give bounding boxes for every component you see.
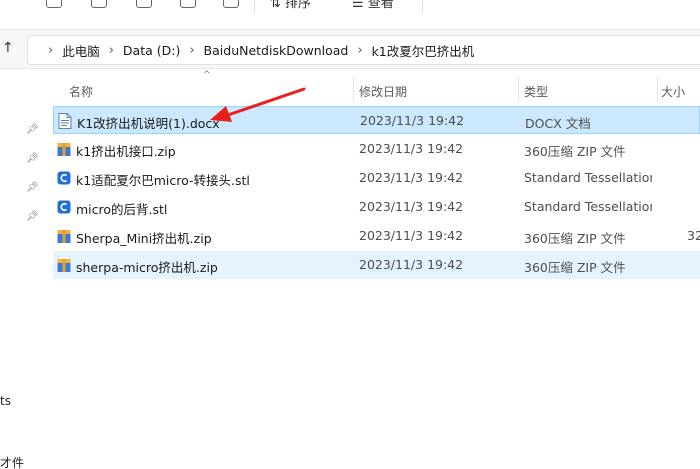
address-bar: ↑ › 此电脑 › Data (D:) › BaiduNetdiskDownlo… bbox=[0, 29, 700, 69]
column-size-label: 大小 bbox=[661, 85, 686, 99]
copy-icon[interactable] bbox=[46, 0, 62, 8]
file-type: 360压缩 ZIP 文件 bbox=[524, 144, 626, 159]
file-type: 360压缩 ZIP 文件 bbox=[524, 260, 626, 275]
navigation-pane: 📌︎ 📌︎ 📌︎ 📌︎ ts 才件 bbox=[0, 70, 52, 469]
file-name: Sherpa_Mini挤出机.zip bbox=[76, 231, 212, 246]
file-row[interactable]: k1适配夏尔巴micro-转接头.stl 2023/11/3 19:42 Sta… bbox=[53, 164, 700, 192]
pin-icon[interactable]: 📌︎ bbox=[26, 153, 39, 164]
file-type: 360压缩 ZIP 文件 bbox=[524, 231, 626, 246]
pin-icon[interactable]: 📌︎ bbox=[26, 182, 39, 193]
docx-file-icon bbox=[58, 113, 72, 129]
file-explorer-window: ⇅ 排序 ˅ ☰ 查看 ˅ ··· ↑ › 此电脑 › Data (D:) › … bbox=[0, 0, 700, 469]
file-name: micro的后背.stl bbox=[76, 202, 168, 217]
paste-icon[interactable] bbox=[91, 0, 107, 8]
file-modified: 2023/11/3 19:42 bbox=[360, 113, 465, 128]
file-name: K1改挤出机说明(1).docx bbox=[77, 116, 220, 131]
breadcrumb-baidunetdisk[interactable]: BaiduNetdiskDownload bbox=[204, 43, 349, 58]
file-type: DOCX 文档 bbox=[525, 116, 591, 131]
column-header-type[interactable]: 类型 bbox=[508, 70, 658, 106]
file-type: Standard Tessellation... bbox=[524, 170, 652, 185]
sort-button[interactable]: ⇅ 排序 ˅ bbox=[270, 0, 322, 11]
file-row[interactable]: Sherpa_Mini挤出机.zip 2023/11/3 19:42 360压缩… bbox=[53, 222, 700, 250]
sort-label: 排序 bbox=[285, 0, 312, 11]
file-size: 32 bbox=[687, 228, 700, 243]
stl-file-icon bbox=[57, 200, 71, 214]
file-name: sherpa-micro挤出机.zip bbox=[76, 260, 218, 275]
up-arrow-icon[interactable]: ↑ bbox=[2, 40, 14, 56]
file-name: k1挤出机接口.zip bbox=[76, 144, 176, 159]
nav-item-fragment[interactable]: ts bbox=[0, 394, 11, 408]
chevron-right-icon[interactable]: › bbox=[357, 43, 362, 58]
chevron-right-icon[interactable]: › bbox=[189, 43, 194, 58]
column-type-label: 类型 bbox=[524, 85, 549, 99]
file-modified: 2023/11/3 19:42 bbox=[359, 170, 464, 185]
zip-archive-icon bbox=[57, 259, 71, 272]
chevron-right-icon[interactable]: › bbox=[48, 43, 53, 58]
column-header-name[interactable]: 名称 bbox=[53, 70, 353, 106]
breadcrumb-this-pc[interactable]: 此电脑 bbox=[62, 41, 100, 60]
file-row-hover[interactable]: sherpa-micro挤出机.zip 2023/11/3 19:42 360压… bbox=[53, 251, 700, 279]
command-separator bbox=[422, 0, 423, 12]
nav-item-fragment[interactable]: 才件 bbox=[0, 454, 24, 469]
breadcrumb[interactable]: › 此电脑 › Data (D:) › BaiduNetdiskDownload… bbox=[27, 35, 700, 65]
column-modified-label: 修改日期 bbox=[359, 85, 408, 99]
more-options-button[interactable]: ··· bbox=[436, 0, 458, 11]
view-button[interactable]: ☰ 查看 ˅ bbox=[352, 0, 404, 11]
file-modified: 2023/11/3 19:42 bbox=[359, 141, 464, 156]
file-row-selected[interactable]: K1改挤出机说明(1).docx 2023/11/3 19:42 DOCX 文档 bbox=[53, 106, 700, 134]
pin-icon[interactable]: 📌︎ bbox=[26, 124, 39, 135]
zip-archive-icon bbox=[57, 230, 71, 243]
chevron-right-icon[interactable]: › bbox=[109, 43, 114, 58]
command-bar: ⇅ 排序 ˅ ☰ 查看 ˅ ··· bbox=[0, 0, 700, 12]
file-row[interactable]: k1挤出机接口.zip 2023/11/3 19:42 360压缩 ZIP 文件 bbox=[53, 135, 700, 163]
breadcrumb-current-folder[interactable]: k1改夏尔巴挤出机 bbox=[372, 41, 475, 60]
delete-icon[interactable] bbox=[223, 0, 239, 8]
share-icon[interactable] bbox=[180, 0, 196, 8]
file-modified: 2023/11/3 19:42 bbox=[359, 228, 464, 243]
stl-file-icon bbox=[57, 171, 71, 185]
column-header-row: ^ 名称 修改日期 类型 大小 bbox=[53, 70, 700, 106]
file-modified: 2023/11/3 19:42 bbox=[359, 199, 464, 214]
column-name-label: 名称 bbox=[69, 85, 94, 99]
file-type: Standard Tessellation... bbox=[524, 199, 652, 214]
view-label: 查看 bbox=[367, 0, 394, 11]
zip-archive-icon bbox=[57, 143, 71, 156]
file-name: k1适配夏尔巴micro-转接头.stl bbox=[76, 173, 250, 188]
command-separator bbox=[254, 0, 255, 12]
file-row[interactable]: micro的后背.stl 2023/11/3 19:42 Standard Te… bbox=[53, 193, 700, 221]
rename-icon[interactable] bbox=[136, 0, 152, 8]
column-header-size[interactable]: 大小 bbox=[645, 70, 700, 106]
column-header-modified[interactable]: 修改日期 bbox=[343, 70, 518, 106]
pin-icon[interactable]: 📌︎ bbox=[26, 211, 39, 222]
file-modified: 2023/11/3 19:42 bbox=[359, 257, 464, 272]
breadcrumb-data-drive[interactable]: Data (D:) bbox=[123, 43, 180, 58]
